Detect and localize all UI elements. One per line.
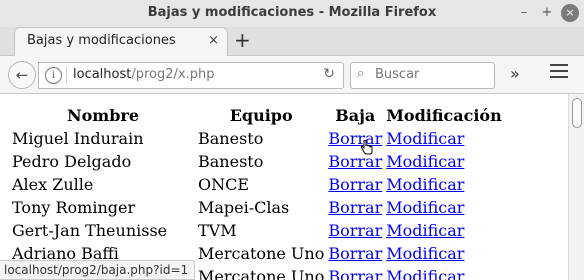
header-nombre: Nombre bbox=[66, 106, 140, 125]
scrollbar-thumb[interactable] bbox=[572, 98, 582, 128]
search-input[interactable] bbox=[373, 66, 489, 83]
table-header-row: Nombre Equipo Baja Modificación bbox=[10, 104, 504, 127]
info-icon[interactable]: i bbox=[45, 67, 62, 84]
url-path: /prog2/x.php bbox=[131, 67, 215, 82]
search-icon: ⌕ bbox=[357, 66, 365, 81]
borrar-link[interactable]: Borrar bbox=[328, 129, 382, 148]
modificar-link[interactable]: Modificar bbox=[386, 267, 464, 280]
header-equipo: Equipo bbox=[229, 106, 293, 125]
cell-equipo: Mercatone Uno bbox=[198, 244, 325, 263]
cell-nombre: Tony Rominger bbox=[12, 198, 136, 217]
header-baja: Baja bbox=[335, 106, 376, 125]
table-row: Alex Zulle ONCE Borrar Modificar bbox=[10, 173, 504, 196]
cell-equipo: ONCE bbox=[198, 175, 250, 194]
status-link-url: localhost/prog2/baja.php?id=1 bbox=[0, 260, 196, 280]
tab-label: Bajas y modificaciones bbox=[27, 33, 176, 48]
borrar-link[interactable]: Borrar bbox=[328, 221, 382, 240]
cell-nombre: Alex Zulle bbox=[12, 175, 94, 194]
back-button[interactable]: ← bbox=[8, 61, 36, 89]
hand-cursor-icon bbox=[360, 140, 373, 155]
borrar-link[interactable]: Borrar bbox=[328, 267, 382, 280]
table-row: Miguel Indurain Banesto Borrar Modificar bbox=[10, 127, 504, 150]
modificar-link[interactable]: Modificar bbox=[386, 175, 464, 194]
url-text[interactable]: localhost/prog2/x.php bbox=[73, 67, 214, 82]
search-bar[interactable]: ⌕ bbox=[350, 62, 495, 89]
borrar-link[interactable]: Borrar bbox=[328, 152, 382, 171]
url-separator bbox=[66, 66, 67, 84]
borrar-link[interactable]: Borrar bbox=[328, 198, 382, 217]
url-host: localhost bbox=[73, 67, 132, 82]
riders-table: Nombre Equipo Baja Modificación Miguel I… bbox=[10, 104, 504, 280]
tab-strip: Bajas y modificaciones × + bbox=[0, 27, 584, 56]
table-row: Pedro Delgado Banesto Borrar Modificar bbox=[10, 150, 504, 173]
table-row: Tony Rominger Mapei-Clas Borrar Modifica… bbox=[10, 196, 504, 219]
close-window-button[interactable]: × bbox=[561, 4, 579, 22]
cell-equipo: Banesto bbox=[198, 152, 264, 171]
overflow-chevron-icon[interactable]: » bbox=[510, 64, 520, 83]
cell-nombre: Gert-Jan Theunisse bbox=[12, 221, 168, 240]
borrar-link[interactable]: Borrar bbox=[328, 244, 382, 263]
tab-bajas[interactable]: Bajas y modificaciones × bbox=[14, 27, 228, 56]
header-modificacion: Modificación bbox=[386, 106, 502, 125]
modificar-link[interactable]: Modificar bbox=[386, 221, 464, 240]
modificar-link[interactable]: Modificar bbox=[386, 152, 464, 171]
cell-nombre: Miguel Indurain bbox=[12, 129, 144, 148]
maximize-button[interactable]: + bbox=[538, 4, 556, 22]
navigation-bar: ← i localhost/prog2/x.php ↻ ⌕ » bbox=[0, 56, 584, 94]
window-title: Bajas y modificaciones - Mozilla Firefox bbox=[147, 5, 437, 20]
modificar-link[interactable]: Modificar bbox=[386, 244, 464, 263]
title-bar: Bajas y modificaciones - Mozilla Firefox… bbox=[0, 0, 584, 27]
cell-equipo: Mapei-Clas bbox=[198, 198, 290, 217]
table-row: Gert-Jan Theunisse TVM Borrar Modificar bbox=[10, 219, 504, 242]
hamburger-menu-icon[interactable] bbox=[550, 64, 568, 82]
borrar-link[interactable]: Borrar bbox=[328, 175, 382, 194]
tab-close-icon[interactable]: × bbox=[208, 33, 219, 48]
modificar-link[interactable]: Modificar bbox=[386, 198, 464, 217]
minimize-button[interactable]: – bbox=[515, 4, 533, 22]
url-bar[interactable]: i localhost/prog2/x.php ↻ bbox=[38, 62, 344, 89]
vertical-scrollbar[interactable] bbox=[568, 94, 584, 280]
modificar-link[interactable]: Modificar bbox=[386, 129, 464, 148]
reload-icon[interactable]: ↻ bbox=[323, 66, 335, 82]
cell-equipo: TVM bbox=[198, 221, 237, 240]
page-content: Nombre Equipo Baja Modificación Miguel I… bbox=[0, 94, 568, 280]
cell-nombre: Pedro Delgado bbox=[12, 152, 132, 171]
cell-equipo: Mercatone Uno bbox=[198, 267, 325, 280]
cell-equipo: Banesto bbox=[198, 129, 264, 148]
new-tab-button[interactable]: + bbox=[234, 29, 251, 51]
